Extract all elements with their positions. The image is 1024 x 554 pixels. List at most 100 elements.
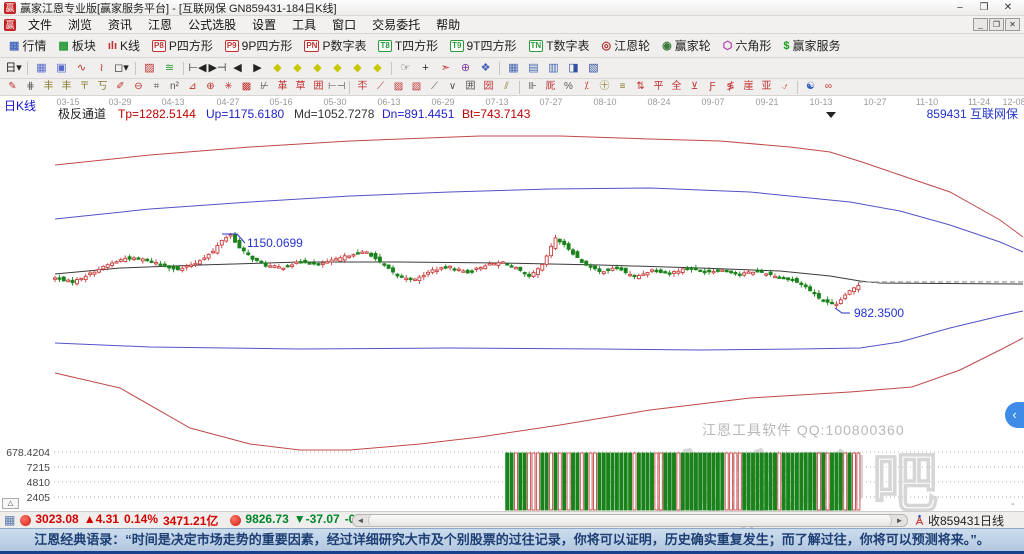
menu-item-5[interactable]: 公式选股 <box>180 16 244 33</box>
tool-icon-27[interactable]: 圀 <box>480 80 497 94</box>
tool-icon-17[interactable]: ◆ <box>308 60 327 77</box>
tool-icon-11[interactable]: ⊕ <box>202 80 219 94</box>
tool-icon-20[interactable]: ◆ <box>368 60 387 77</box>
event-marker-triangle[interactable] <box>826 112 836 118</box>
tool-icon-2[interactable]: ▦ <box>32 60 51 77</box>
mdi-close-button[interactable]: ✕ <box>1005 18 1020 31</box>
menu-item-2[interactable]: 浏览 <box>60 16 100 33</box>
tool-icon-42[interactable]: 崖 <box>740 80 757 94</box>
chart-horizontal-scrollbar[interactable]: ◄ ► <box>352 514 908 527</box>
tool-icon-39[interactable]: ⊻ <box>686 80 703 94</box>
tool-icon-19[interactable]: ◆ <box>348 60 367 77</box>
tool-icon-31[interactable]: 厑 <box>542 80 559 94</box>
tool-icon-13[interactable]: ◀ <box>228 60 247 77</box>
tool-icon-30[interactable]: ⊪ <box>524 80 541 94</box>
tool-icon-9[interactable]: n² <box>166 80 183 94</box>
tool-icon-5[interactable]: ≀ <box>92 60 111 77</box>
toolbar-button-9T四方形[interactable]: T9 9T四方形 <box>445 35 521 56</box>
tool-icon-0[interactable]: ✎ <box>4 80 21 94</box>
toolbar-button-T四方形[interactable]: T8 T四方形 <box>373 35 443 56</box>
tool-icon-20[interactable]: 㔻 <box>354 80 371 94</box>
tool-icon-14[interactable]: ▶ <box>248 60 267 77</box>
toolbar-button-P数字表[interactable]: PN P数字表 <box>299 35 371 56</box>
tool-icon-15[interactable]: ◆ <box>268 60 287 77</box>
tool-icon-40[interactable]: Ƒ <box>704 80 721 94</box>
tool-icon-4[interactable]: 〒 <box>76 80 93 94</box>
tool-icon-12[interactable]: ✳ <box>220 80 237 94</box>
tool-icon-36[interactable]: ⇅ <box>632 80 649 94</box>
tool-icon-44[interactable]: ⍻ <box>776 80 793 94</box>
menu-item-4[interactable]: 江恩 <box>140 16 180 33</box>
tool-icon-3[interactable]: 丰 <box>58 80 75 94</box>
tool-icon-11[interactable]: ⊢◀ <box>188 60 207 77</box>
tool-icon-17[interactable]: 囲 <box>310 80 327 94</box>
tool-icon-18[interactable]: ◆ <box>328 60 347 77</box>
chart-area[interactable]: 03-15 03-29 04-13 04-27 05-16 05-30 06-13 06-29… <box>0 96 1024 511</box>
tool-icon-25[interactable]: ∨ <box>444 80 461 94</box>
tool-icon-29[interactable]: ▤ <box>524 60 543 77</box>
maximize-button[interactable]: ❐ <box>972 2 996 13</box>
toolbar-button-T数字表[interactable]: TN T数字表 <box>524 35 595 56</box>
scroll-thumb[interactable] <box>368 515 892 526</box>
tool-icon-3[interactable]: ▣ <box>52 60 71 77</box>
tool-icon-41[interactable]: ≸ <box>722 80 739 94</box>
menu-item-3[interactable]: 资讯 <box>100 16 140 33</box>
menu-item-6[interactable]: 设置 <box>244 16 284 33</box>
tool-icon-23[interactable]: ▧ <box>408 80 425 94</box>
toolbar-button-P四方形[interactable]: P8 P四方形 <box>147 35 218 56</box>
tool-icon-9[interactable]: ≊ <box>160 60 179 77</box>
toolbar-button-9P四方形[interactable]: P9 9P四方形 <box>220 35 297 56</box>
tool-icon-46[interactable]: ☯ <box>802 80 819 94</box>
tool-icon-5[interactable]: 丂 <box>94 80 111 94</box>
tool-icon-16[interactable]: ◆ <box>288 60 307 77</box>
tool-icon-25[interactable]: ⊕ <box>456 60 475 77</box>
menu-item-8[interactable]: 窗口 <box>324 16 364 33</box>
minimize-button[interactable]: – <box>948 2 972 13</box>
close-button[interactable]: ✕ <box>996 2 1020 13</box>
mdi-restore-button[interactable]: ❐ <box>989 18 1004 31</box>
tool-icon-6[interactable]: ✐ <box>112 80 129 94</box>
tool-icon-38[interactable]: 全 <box>668 80 685 94</box>
tool-icon-26[interactable]: ❖ <box>476 60 495 77</box>
tool-icon-32[interactable]: % <box>560 80 577 94</box>
tool-icon-33[interactable]: ⁒ <box>578 80 595 94</box>
tool-icon-22[interactable]: ▨ <box>390 80 407 94</box>
scroll-left-button[interactable]: ◄ <box>353 515 368 526</box>
menu-item-1[interactable]: 文件 <box>20 16 60 33</box>
tool-icon-21[interactable]: ⟋ <box>372 80 389 94</box>
toolbar-button-六角形[interactable]: ⬡ 六角形 <box>718 35 777 56</box>
tool-icon-16[interactable]: 草 <box>292 80 309 94</box>
tool-icon-43[interactable]: 亚 <box>758 80 775 94</box>
tool-icon-18[interactable]: ⊢⊣ <box>328 80 345 94</box>
tool-icon-47[interactable]: ∞ <box>820 80 837 94</box>
tool-icon-8[interactable]: ⌗ <box>148 80 165 94</box>
toolbar-button-行情[interactable]: ▦ 行情 <box>4 35 51 56</box>
tool-icon-28[interactable]: ⫽ <box>498 80 515 94</box>
menu-item-7[interactable]: 工具 <box>284 16 324 33</box>
tool-icon-12[interactable]: ▶⊣ <box>208 60 227 77</box>
shrink-button[interactable]: - <box>1011 498 1015 510</box>
toolbar-button-赢家轮[interactable]: ◉ 赢家轮 <box>657 35 716 56</box>
tool-icon-10[interactable]: ⊿ <box>184 80 201 94</box>
tool-icon-15[interactable]: 革 <box>274 80 291 94</box>
tool-icon-24[interactable]: ⟋ <box>426 80 443 94</box>
tool-icon-14[interactable]: ⊬ <box>256 80 273 94</box>
menu-item-9[interactable]: 交易委托 <box>364 16 428 33</box>
tool-icon-7[interactable]: ⊖ <box>130 80 147 94</box>
toolbar-button-赢家服务[interactable]: $ 赢家服务 <box>778 35 845 56</box>
tool-icon-32[interactable]: ▧ <box>584 60 603 77</box>
tool-icon-8[interactable]: ▨ <box>140 60 159 77</box>
expand-volume-pane-button[interactable]: △ <box>2 498 19 509</box>
tool-icon-13[interactable]: ▩ <box>238 80 255 94</box>
tool-icon-31[interactable]: ◨ <box>564 60 583 77</box>
mdi-minimize-button[interactable]: _ <box>973 18 988 31</box>
tool-icon-30[interactable]: ▥ <box>544 60 563 77</box>
collapse-side-panel-button[interactable]: ‹ <box>1005 402 1024 428</box>
kline-chart-canvas[interactable]: 03-15 03-29 04-13 04-27 05-16 05-30 06-13 06-29… <box>0 96 1024 511</box>
tool-icon-26[interactable]: 囲 <box>462 80 479 94</box>
tool-icon-6[interactable]: ◻▾ <box>112 60 131 77</box>
tool-icon-4[interactable]: ∿ <box>72 60 91 77</box>
tool-icon-35[interactable]: ≡ <box>614 80 631 94</box>
scroll-right-button[interactable]: ► <box>892 515 907 526</box>
toolbar-button-板块[interactable]: ▩ 板块 <box>53 35 100 56</box>
